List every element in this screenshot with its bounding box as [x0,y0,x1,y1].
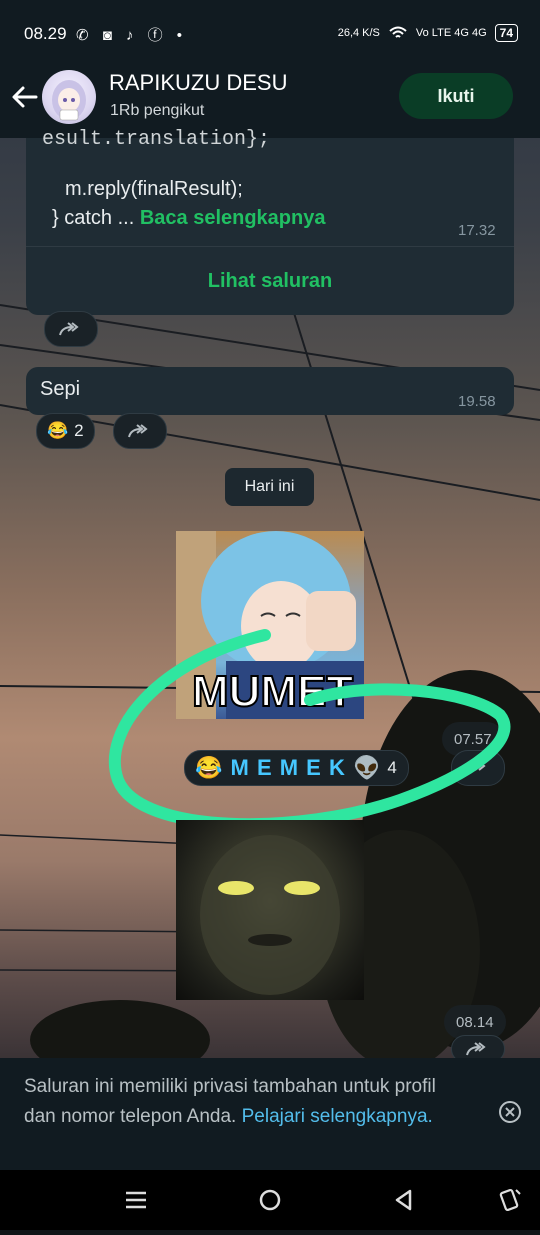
back-icon[interactable] [390,1186,418,1214]
glowing-eyes-face-image [200,835,340,995]
status-time: 08.29 [24,24,67,43]
net-speed: 26,4 K/S [337,27,380,39]
forward-icon [59,322,79,336]
sepi-message-time: 19.58 [458,393,496,410]
channel-header: RAPIKUZU DESU 1Rb pengikut Ikuti [0,64,540,138]
battery-icon: 74 [494,24,518,42]
avatar-anime-girl-icon [52,80,86,121]
reaction-count: 4 [387,758,398,777]
sticker1-reaction[interactable]: 😂 M E M E K 👽 4 [184,750,409,786]
anime-character-image: MUMET [176,531,364,719]
sticker-dark-face[interactable] [176,820,364,1000]
home-icon[interactable] [256,1186,284,1214]
reaction-count: 2 [74,421,84,440]
channel-avatar[interactable] [42,70,96,124]
code-catch-text: } catch ... [52,207,135,229]
code-line-catch: } catch ... Baca selengkapnya [52,207,325,230]
bubble-divider [26,246,514,247]
back-arrow-icon[interactable] [10,82,40,112]
follower-count: 1Rb pengikut [110,102,205,119]
forward-button[interactable] [113,413,167,449]
forward-icon [466,761,486,775]
laugh-emoji-icon: 😂 [47,421,69,440]
wifi-icon [389,26,407,38]
system-nav-bar [0,1170,540,1230]
sepi-reaction[interactable]: 😂 2 [36,413,95,449]
forward-button[interactable] [451,750,505,786]
recent-apps-icon[interactable] [122,1186,150,1214]
rotate-screen-icon[interactable] [496,1186,524,1214]
channel-title[interactable]: RAPIKUZU DESU [109,70,287,96]
network-label: Vo LTE 4G 4G [415,27,487,39]
date-separator: Hari ini [225,468,314,506]
code-line-reply: m.reply(finalResult); [65,178,243,200]
view-channel-link[interactable]: Lihat saluran [26,270,514,293]
status-indicators: 26,4 K/S Vo LTE 4G 4G 74 [338,24,518,42]
sticker2-time: 08.14 [444,1005,506,1039]
reaction-emoji-text: 😂 M E M E K 👽 [195,755,382,780]
code-snippet-partial: esult.translation}; [42,128,271,150]
status-app-icons: ✆ ◙ ♪ ⓕ • [76,27,188,44]
close-icon[interactable] [498,1100,522,1124]
sepi-message-bubble[interactable] [26,367,514,415]
privacy-notice: Saluran ini memiliki privasi tambahan un… [0,1058,540,1170]
learn-more-link[interactable]: Pelajari selengkapnya. [242,1106,433,1127]
forward-icon [128,424,148,438]
follow-button[interactable]: Ikuti [399,73,513,119]
sepi-message-text: Sepi [40,378,81,400]
status-bar: 08.29 ✆ ◙ ♪ ⓕ • 26,4 K/S Vo LTE 4G 4G 74 [0,0,540,64]
sticker-mumet[interactable]: MUMET [176,531,364,719]
forward-icon [466,1042,486,1056]
privacy-text: Saluran ini memiliki privasi tambahan un… [24,1072,464,1132]
read-more-link[interactable]: Baca selengkapnya [140,207,326,229]
message-time: 17.32 [458,222,496,239]
sticker-caption: MUMET [192,667,353,716]
forward-button[interactable] [44,311,98,347]
